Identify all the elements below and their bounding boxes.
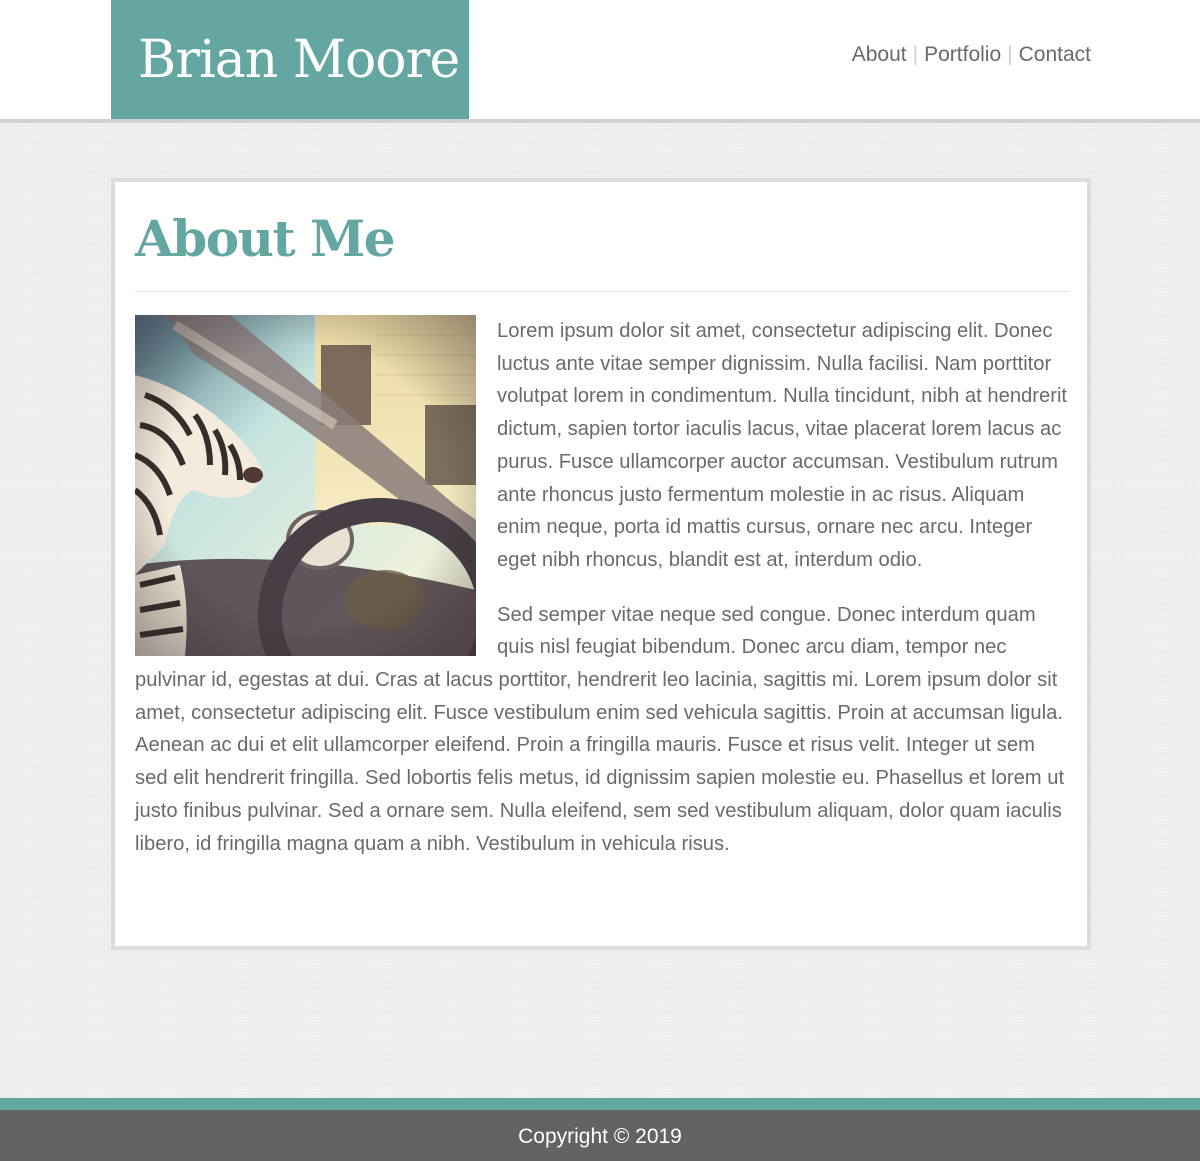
nav-link-contact[interactable]: Contact [1019,43,1091,66]
main-nav: About | Portfolio | Contact [852,42,1091,68]
site-footer: Copyright © 2019 [0,1110,1200,1161]
nav-link-about[interactable]: About [852,43,907,66]
nav-link-portfolio[interactable]: Portfolio [924,43,1001,66]
footer-accent-stripe [0,1098,1200,1110]
profile-photo [135,315,476,656]
nav-separator: | [912,43,919,66]
about-content: Lorem ipsum dolor sit amet, consectetur … [135,315,1068,882]
site-title[interactable]: Brian Moore [138,30,460,90]
page-title: About Me [135,209,396,268]
nav-separator: | [1007,43,1013,66]
copyright-text: Copyright © 2019 [518,1125,682,1148]
site-header: Brian Moore About | Portfolio | Contact [0,0,1200,123]
about-card: About Me Lorem ipsum dolor sit amet, con… [111,178,1091,950]
zebra-figure-driving-car-photo [135,315,476,656]
title-divider [135,291,1068,292]
